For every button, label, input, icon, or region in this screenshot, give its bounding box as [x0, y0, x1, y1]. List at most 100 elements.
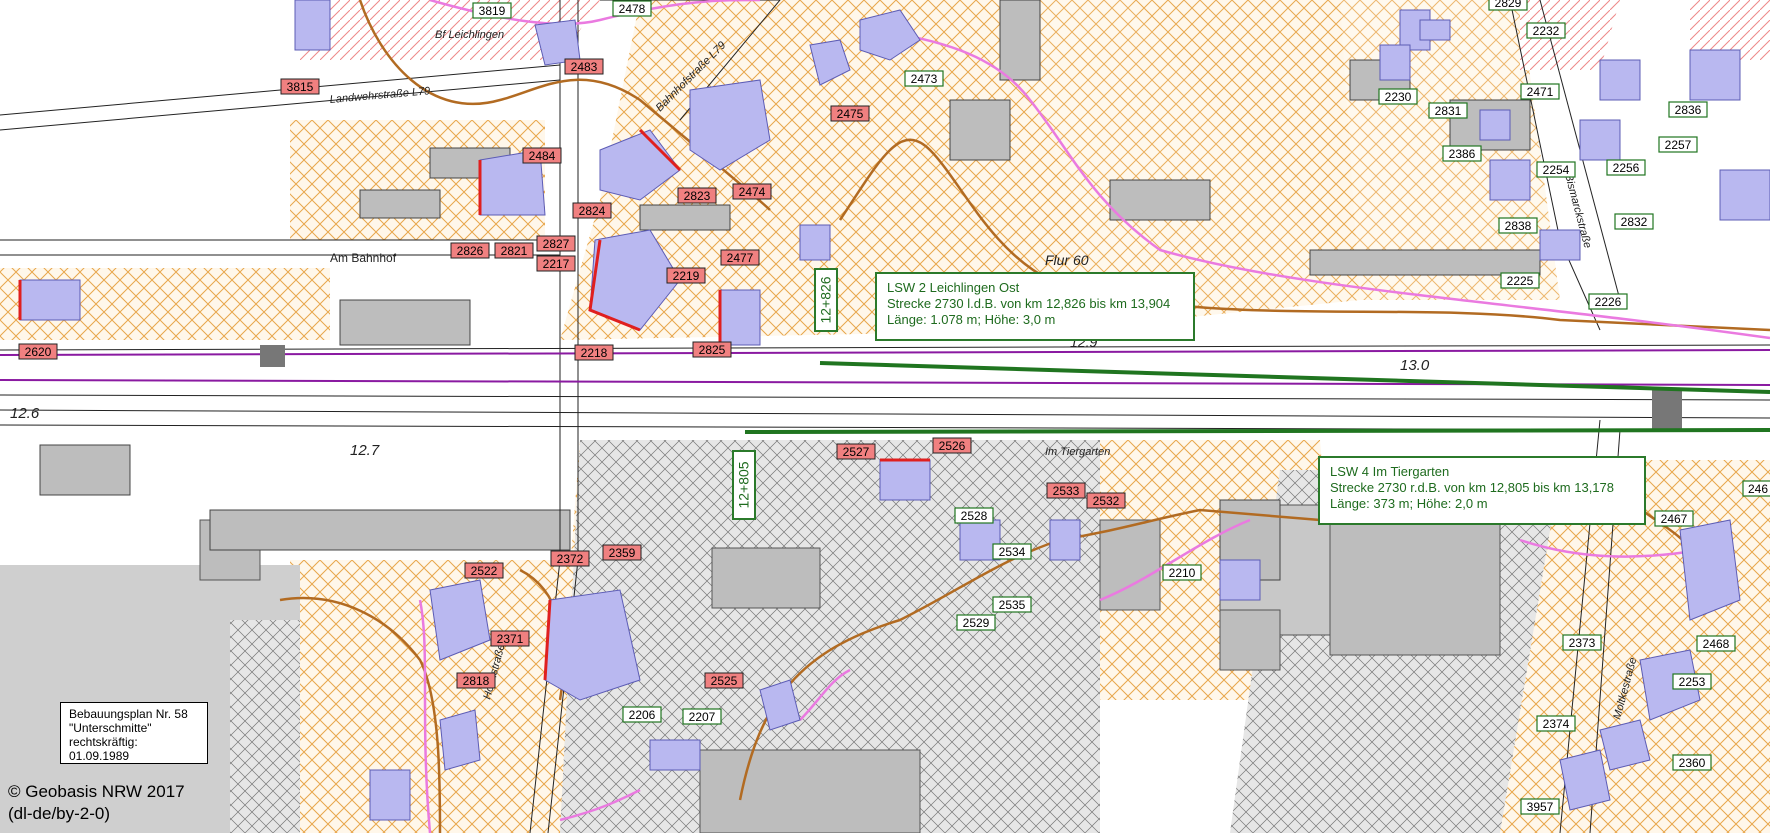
red-ref-tag-label: 2826 [457, 244, 484, 258]
green-ref-tag-label: 246 [1748, 482, 1768, 496]
green-ref-tag: 2832 [1614, 213, 1654, 230]
red-ref-tag-label: 2483 [571, 60, 598, 74]
red-ref-tag: 2532 [1086, 492, 1126, 509]
green-ref-tag: 2386 [1442, 145, 1482, 162]
bplan-number: Bebauungsplan Nr. 58 [69, 707, 188, 721]
green-ref-tag: 2254 [1536, 161, 1576, 178]
green-ref-tag: 2829 [1488, 0, 1528, 11]
red-ref-tag: 2821 [494, 242, 534, 259]
red-ref-tag: 2371 [490, 630, 530, 647]
red-ref-tag-label: 2522 [471, 564, 498, 578]
green-ref-tag: 2528 [954, 507, 994, 524]
green-ref-tag: 2534 [992, 543, 1032, 560]
green-ref-tag-label: 2534 [999, 545, 1026, 559]
red-ref-tag-label: 2359 [609, 546, 636, 560]
green-ref-tag: 2210 [1162, 564, 1202, 581]
lsw4-dimensions: Länge: 373 m; Höhe: 2,0 m [1330, 496, 1488, 511]
red-ref-tag-label: 2526 [939, 439, 966, 453]
red-ref-tag-label: 2620 [25, 345, 52, 359]
red-ref-tag: 2218 [574, 344, 614, 361]
lsw4-infobox: LSW 4 Im Tiergarten Strecke 2730 r.d.B. … [1318, 456, 1646, 525]
green-ref-tag-label: 2230 [1385, 90, 1412, 104]
green-ref-tag-label: 2832 [1621, 215, 1648, 229]
green-ref-tag-label: 2467 [1661, 512, 1688, 526]
green-ref-tag-label: 2206 [629, 708, 656, 722]
lsw4-route: Strecke 2730 r.d.B. von km 12,805 bis km… [1330, 480, 1614, 495]
green-ref-tag: 2225 [1500, 272, 1540, 289]
green-ref-tag: 246 [1742, 480, 1770, 497]
red-ref-tag: 2372 [550, 550, 590, 567]
green-ref-tag: 2360 [1672, 754, 1712, 771]
green-ref-tag-label: 2529 [963, 616, 990, 630]
green-ref-tag-label: 2478 [619, 2, 646, 16]
green-ref-tag-label: 2838 [1505, 219, 1532, 233]
red-ref-tag-label: 2219 [673, 269, 700, 283]
red-ref-tag-label: 2532 [1093, 494, 1120, 508]
red-ref-tag-label: 2474 [739, 185, 766, 199]
red-ref-tag-label: 2371 [497, 632, 524, 646]
red-ref-tag-label: 2217 [543, 257, 570, 271]
copyright: © Geobasis NRW 2017 (dl-de/by-2-0) [8, 781, 185, 825]
red-ref-tag: 2818 [456, 672, 496, 689]
flur-label: Flur 60 [1045, 252, 1089, 268]
green-ref-tag: 2831 [1428, 102, 1468, 119]
green-ref-tag: 3957 [1520, 798, 1560, 815]
red-ref-tag-label: 2527 [843, 445, 870, 459]
copyright-owner: © Geobasis NRW 2017 [8, 782, 185, 801]
green-ref-tag: 2256 [1606, 159, 1646, 176]
red-ref-tag: 2474 [732, 183, 772, 200]
green-ref-tag-label: 2528 [961, 509, 988, 523]
green-ref-tag: 3819 [472, 2, 512, 19]
km-marker-12826: 12+826 [814, 268, 838, 332]
bplan-name: "Unterschmitte" [69, 721, 152, 735]
red-ref-tag: 2826 [450, 242, 490, 259]
green-ref-tag-label: 2831 [1435, 104, 1462, 118]
green-ref-tag-label: 2232 [1533, 24, 1560, 38]
green-ref-tag: 2468 [1696, 635, 1736, 652]
red-ref-tag-label: 2525 [711, 674, 738, 688]
green-ref-tag-label: 2360 [1679, 756, 1706, 770]
green-ref-tag-label: 2256 [1613, 161, 1640, 175]
cadastral-map: Flur 60 Am Bahnhof Landwehrstraße L79 Ba… [0, 0, 1770, 833]
landwehr-label: Landwehrstraße L79 [329, 85, 431, 106]
green-ref-tag-label: 2210 [1169, 566, 1196, 580]
red-ref-tag: 2825 [692, 341, 732, 358]
im-tiergarten-label: Im Tiergarten [1045, 446, 1110, 458]
km-marker-label: 12+826 [818, 276, 835, 324]
red-ref-tag: 2827 [536, 235, 576, 252]
red-ref-tag-label: 2827 [543, 237, 570, 251]
red-ref-tag-label: 2818 [463, 674, 490, 688]
km-label-right: 13.0 [1400, 357, 1430, 374]
bplan-date: rechtskräftig: 01.09.1989 [69, 735, 138, 763]
red-ref-tag: 2477 [720, 249, 760, 266]
green-ref-tag-label: 2373 [1569, 636, 1596, 650]
red-ref-tag-label: 2477 [727, 251, 754, 265]
lsw4-title: LSW 4 Im Tiergarten [1330, 464, 1450, 479]
red-ref-tag: 2359 [602, 544, 642, 561]
green-ref-tag: 2374 [1536, 715, 1576, 732]
red-ref-tag: 2522 [464, 562, 504, 579]
red-ref-tag: 2483 [564, 58, 604, 75]
km-label-mid: 12.7 [350, 442, 380, 459]
green-ref-tag: 2535 [992, 596, 1032, 613]
green-ref-tag-label: 2207 [689, 710, 716, 724]
green-ref-tag: 2230 [1378, 88, 1418, 105]
lsw2-route: Strecke 2730 l.d.B. von km 12,826 bis km… [887, 296, 1171, 311]
green-ref-tag-label: 2225 [1507, 274, 1534, 288]
red-ref-tag-label: 2821 [501, 244, 528, 258]
red-ref-tag-label: 2824 [579, 204, 606, 218]
lsw2-infobox: LSW 2 Leichlingen Ost Strecke 2730 l.d.B… [875, 272, 1195, 341]
red-ref-tag: 2217 [536, 255, 576, 272]
green-ref-tag-label: 2386 [1449, 147, 1476, 161]
green-ref-tag: 2207 [682, 708, 722, 725]
km-marker-label: 12+805 [736, 461, 753, 509]
green-ref-tag-label: 2473 [911, 72, 938, 86]
red-ref-tag: 2475 [830, 105, 870, 122]
red-ref-tag-label: 3815 [287, 80, 314, 94]
green-ref-tag-label: 3957 [1527, 800, 1554, 814]
km-marker-12805: 12+805 [732, 450, 756, 520]
green-ref-tag-label: 2535 [999, 598, 1026, 612]
bf-label: Bf Leichlingen [435, 29, 504, 41]
red-ref-tag: 2824 [572, 202, 612, 219]
green-ref-tag-label: 2374 [1543, 717, 1570, 731]
